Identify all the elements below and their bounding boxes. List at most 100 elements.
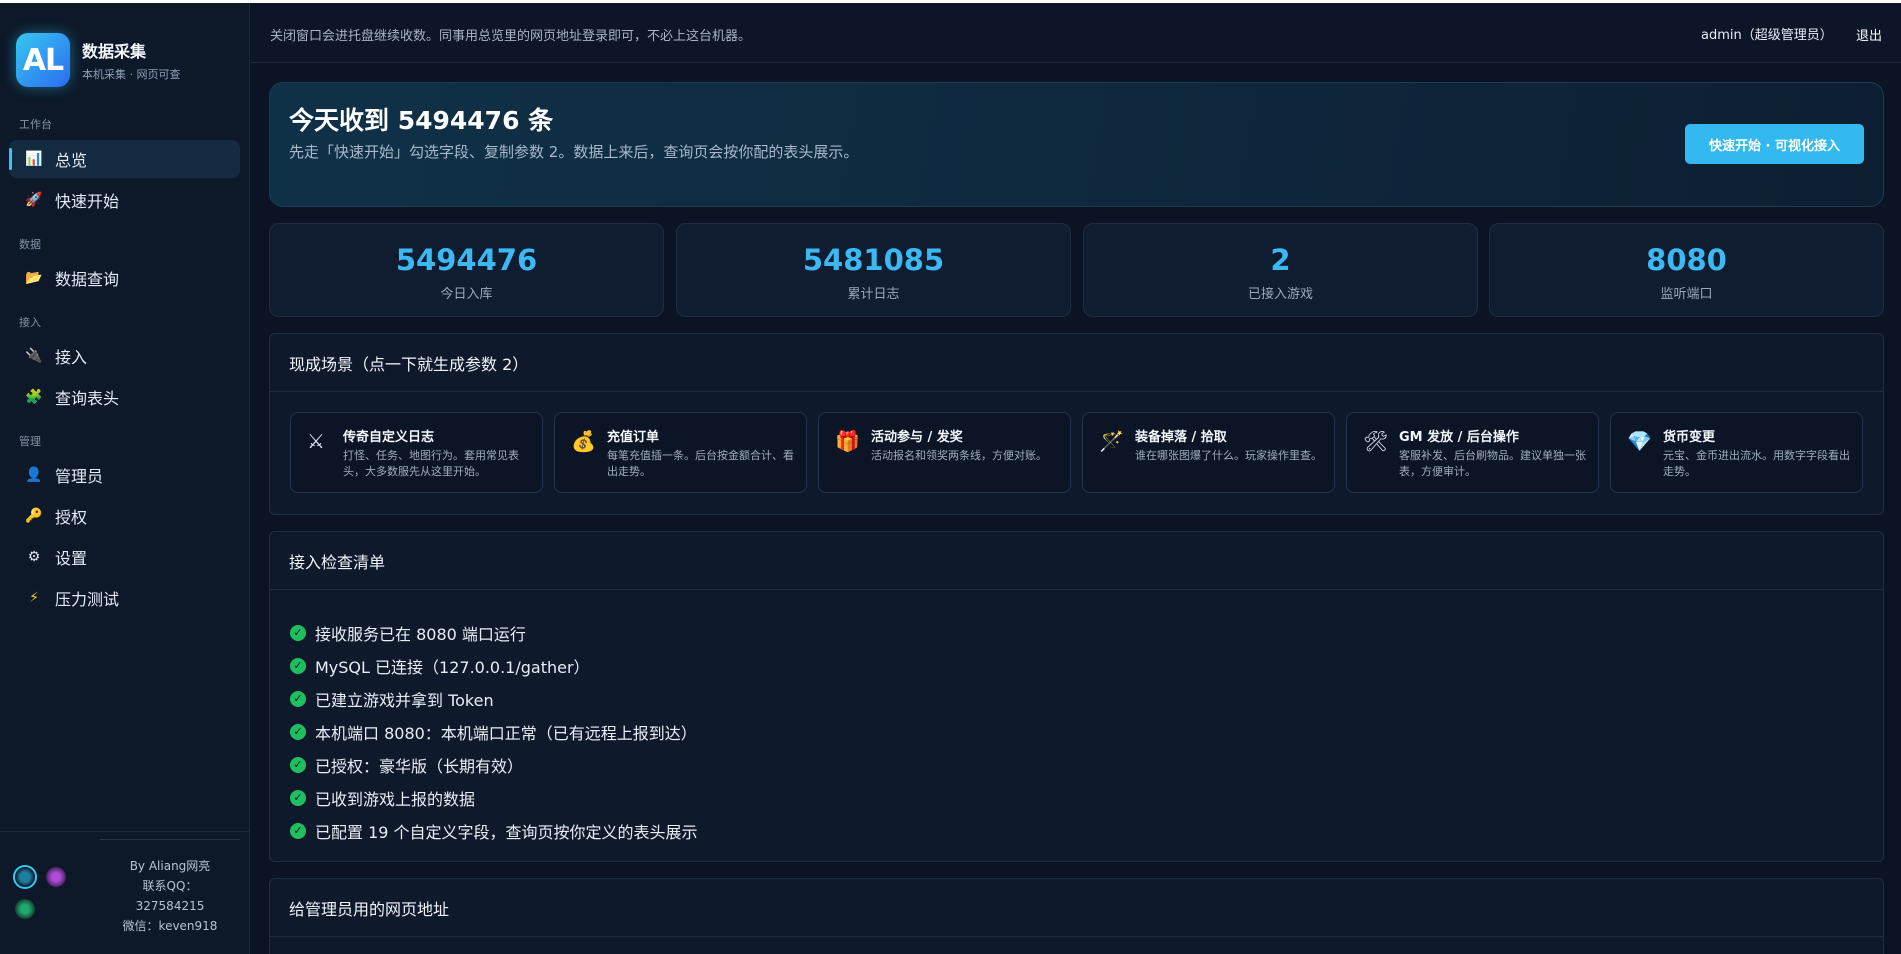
sidebar-item-label: 压力测试 xyxy=(55,590,120,609)
scene-card-recharge[interactable]: 💰 充值订单 每笔充值插一条。后台按金额合计、看出走势。 xyxy=(554,412,807,493)
scenes-panel: 现成场景（点一下就生成参数 2） ⚔ 传奇自定义日志 打怪、任务、地图行为。套用… xyxy=(269,333,1884,515)
scene-title: GM 发放 / 后台操作 xyxy=(1399,430,1519,445)
logout-button[interactable]: 退出 xyxy=(1856,25,1882,44)
swords-icon: ⚔ xyxy=(307,429,325,453)
checklist-item: ✓ 已授权：豪华版（长期有效） xyxy=(290,748,698,781)
check-circle-icon: ✓ xyxy=(290,657,306,674)
sidebar-item-quickstart[interactable]: 🚀 快速开始 xyxy=(9,181,240,219)
scene-title: 货币变更 xyxy=(1663,430,1716,445)
footer-qq-label: 联系QQ： xyxy=(142,879,198,893)
stat-card-total-logs: 5481085 累计日志 xyxy=(676,223,1071,317)
stat-label: 已接入游戏 xyxy=(1247,287,1313,302)
top-header: 关闭窗口会进托盘继续收数。同事用总览里的网页地址登录即可，不必上这台机器。 ad… xyxy=(251,3,1901,63)
lightning-icon: ⚡ xyxy=(29,590,39,606)
checklist-item: ✓ 已收到游戏上报的数据 xyxy=(290,781,698,814)
sidebar-footer: By Aliang网亮 联系QQ： 327584215 微信：keven918 xyxy=(100,856,240,936)
sidebar-item-label: 接入 xyxy=(55,348,88,367)
checklist-text: 已授权：豪华版（长期有效） xyxy=(315,756,524,776)
sidebar-item-label: 查询表头 xyxy=(55,389,120,408)
checklist-text: 已配置 19 个自定义字段，查询页按你定义的表头展示 xyxy=(315,822,698,842)
gear-icon: ⚙ xyxy=(27,549,41,565)
scene-desc: 每笔充值插一条。后台按金额合计、看出走势。 xyxy=(607,449,794,478)
scene-card-legend-log[interactable]: ⚔ 传奇自定义日志 打怪、任务、地图行为。套用常见表头，大多数服先从这里开始。 xyxy=(290,412,543,493)
sidebar-item-stress-test[interactable]: ⚡ 压力测试 xyxy=(9,579,240,617)
sidebar-item-data-query[interactable]: 📂 数据查询 xyxy=(9,259,240,297)
check-circle-icon: ✓ xyxy=(290,690,306,707)
hero-description: 先走「快速开始」勾选字段、复制参数 2。数据上来后，查询页会按你配的表头展示。 xyxy=(289,143,859,161)
checklist-item: ✓ 接收服务已在 8080 端口运行 xyxy=(290,616,698,649)
brand-subtitle: 本机采集 · 网页可查 xyxy=(82,68,181,81)
nav-group-access: 接入 xyxy=(19,316,41,329)
footer-author: By Aliang网亮 xyxy=(129,859,211,873)
puzzle-icon: 🧩 xyxy=(25,389,43,405)
stat-label: 监听端口 xyxy=(1660,287,1713,302)
stat-card-port: 8080 监听端口 xyxy=(1489,223,1884,317)
scene-desc: 谁在哪张图爆了什么。玩家操作里查。 xyxy=(1135,449,1322,462)
scene-desc: 活动报名和领奖两条线，方便对账。 xyxy=(871,449,1047,462)
check-circle-icon: ✓ xyxy=(290,822,306,839)
scene-desc: 打怪、任务、地图行为。套用常见表头，大多数服先从这里开始。 xyxy=(343,449,519,478)
stat-value: 5481085 xyxy=(802,243,945,277)
stat-value: 5494476 xyxy=(395,243,538,277)
checklist-text: 接收服务已在 8080 端口运行 xyxy=(315,624,526,644)
sidebar-item-license[interactable]: 🔑 授权 xyxy=(9,497,240,535)
scene-title: 装备掉落 / 拾取 xyxy=(1135,430,1227,445)
header-hint: 关闭窗口会进托盘继续收数。同事用总览里的网页地址登录即可，不必上这台机器。 xyxy=(270,29,752,44)
brand-title: 数据采集 xyxy=(82,42,147,61)
sidebar-item-label: 总览 xyxy=(55,151,88,170)
checklist-item: ✓ 本机端口 8080：本机端口正常（已有远程上报到达） xyxy=(290,715,698,748)
nav-group-admin: 管理 xyxy=(19,435,41,448)
check-circle-icon: ✓ xyxy=(290,723,306,740)
sidebar-item-access[interactable]: 🔌 接入 xyxy=(9,337,240,375)
gem-icon: 💎 xyxy=(1627,429,1652,453)
admin-url-title: 给管理员用的网页地址 xyxy=(270,879,1883,937)
scene-desc: 客服补发、后台刷物品。建议单独一张表，方便审计。 xyxy=(1399,449,1586,478)
sidebar-item-admins[interactable]: 👤 管理员 xyxy=(9,456,240,494)
scene-card-activity[interactable]: 🎁 活动参与 / 发奖 活动报名和领奖两条线，方便对账。 xyxy=(818,412,1071,493)
user-icon: 👤 xyxy=(25,467,43,483)
hero-title: 今天收到 5494476 条 xyxy=(289,106,554,135)
scenes-panel-title: 现成场景（点一下就生成参数 2） xyxy=(270,334,1883,392)
scene-card-equipment-drop[interactable]: 🪄 装备掉落 / 拾取 谁在哪张图爆了什么。玩家操作里查。 xyxy=(1082,412,1335,493)
check-circle-icon: ✓ xyxy=(290,789,306,806)
theme-dot-green[interactable] xyxy=(15,899,35,919)
nav-group-workbench: 工作台 xyxy=(19,118,52,131)
checklist-text: 本机端口 8080：本机端口正常（已有远程上报到达） xyxy=(315,723,697,743)
sidebar-item-label: 快速开始 xyxy=(55,192,120,211)
plug-icon: 🔌 xyxy=(25,348,43,364)
current-user: admin（超级管理员） xyxy=(1701,28,1833,43)
sidebar-item-query-headers[interactable]: 🧩 查询表头 xyxy=(9,378,240,416)
stat-value: 2 xyxy=(1270,243,1291,277)
scene-card-gm-ops[interactable]: 🛠 GM 发放 / 后台操作 客服补发、后台刷物品。建议单独一张表，方便审计。 xyxy=(1346,412,1599,493)
checklist-text: MySQL 已连接（127.0.0.1/gather） xyxy=(315,657,590,677)
checklist-text: 已建立游戏并拿到 Token xyxy=(315,690,494,710)
sidebar-item-overview[interactable]: 📊 总览 xyxy=(9,140,240,178)
sidebar-item-label: 数据查询 xyxy=(55,270,120,289)
scene-card-currency[interactable]: 💎 货币变更 元宝、金币进出流水。用数字字段看出走势。 xyxy=(1610,412,1863,493)
tools-icon: 🛠 xyxy=(1363,429,1389,453)
key-icon: 🔑 xyxy=(25,508,43,524)
quickstart-button[interactable]: 快速开始 · 可视化接入 xyxy=(1685,124,1864,164)
checklist-item: ✓ 已建立游戏并拿到 Token xyxy=(290,682,698,715)
scene-title: 充值订单 xyxy=(607,430,660,445)
scene-title: 活动参与 / 发奖 xyxy=(871,430,963,445)
footer-qq: 327584215 xyxy=(135,899,205,913)
sidebar-item-label: 管理员 xyxy=(55,467,104,486)
sidebar-item-settings[interactable]: ⚙ 设置 xyxy=(9,538,240,576)
sidebar-item-label: 授权 xyxy=(55,508,88,527)
footer-wechat: 微信：keven918 xyxy=(122,919,218,933)
theme-dot-cyan[interactable] xyxy=(13,865,37,889)
folder-icon: 📂 xyxy=(25,270,43,286)
rocket-icon: 🚀 xyxy=(25,192,43,208)
scene-title: 传奇自定义日志 xyxy=(343,430,435,445)
checklist-item: ✓ 已配置 19 个自定义字段，查询页按你定义的表头展示 xyxy=(290,814,698,847)
brand: AL 数据采集 本机采集 · 网页可查 xyxy=(16,33,181,87)
scene-desc: 元宝、金币进出流水。用数字字段看出走势。 xyxy=(1663,449,1850,478)
sidebar-footer-divider xyxy=(0,831,250,832)
sidebar-footer-line xyxy=(100,839,240,840)
stat-label: 累计日志 xyxy=(847,287,900,302)
theme-dot-purple[interactable] xyxy=(46,867,66,887)
nav-group-data: 数据 xyxy=(19,238,41,251)
admin-url-panel: 给管理员用的网页地址 xyxy=(269,878,1884,954)
stat-label: 今日入库 xyxy=(440,287,493,302)
